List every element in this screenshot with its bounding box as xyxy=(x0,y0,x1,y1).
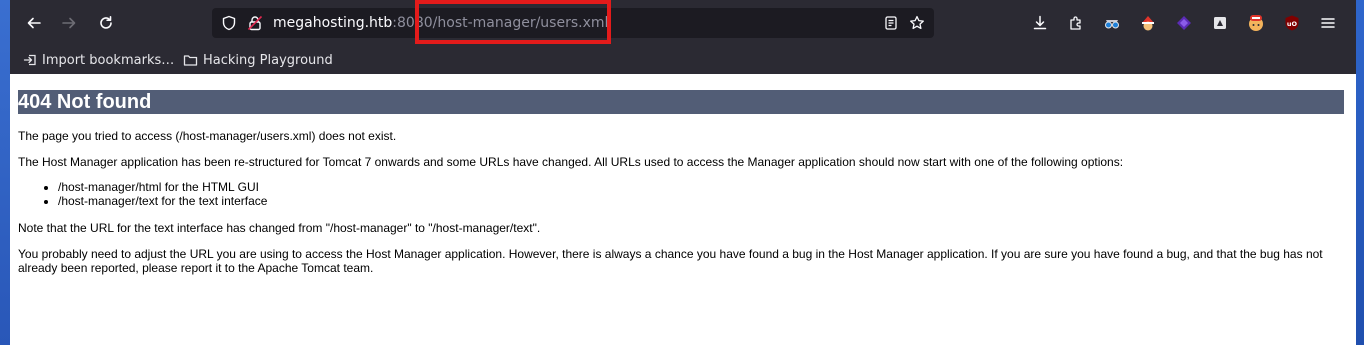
desktop-background-right xyxy=(1356,0,1364,345)
error-message: The page you tried to access (/host-mana… xyxy=(18,129,397,143)
bug-report-note: You probably need to adjust the URL you … xyxy=(18,247,1323,275)
list-item: /host-manager/html for the HTML GUI xyxy=(58,180,267,194)
restructure-notice: The Host Manager application has been re… xyxy=(18,155,1124,169)
page-title: 404 Not found xyxy=(18,90,1344,114)
spy-glasses-icon xyxy=(1105,20,1119,29)
list-item: /host-manager/text for the text interfac… xyxy=(58,194,267,208)
browser-window: megahosting.htb:8080/host-manager/users.… xyxy=(10,0,1356,345)
card-extension[interactable] xyxy=(1208,11,1232,35)
hacking-playground-folder[interactable]: Hacking Playground xyxy=(183,50,333,70)
insecure-lock-icon[interactable] xyxy=(244,8,266,38)
svg-text:uO: uO xyxy=(1287,20,1298,28)
reload-icon xyxy=(100,16,112,29)
app-menu-button[interactable] xyxy=(1316,11,1340,35)
bookmarks-toolbar: Import bookmarks… Hacking Playground xyxy=(10,46,1356,74)
extensions-icon xyxy=(1070,16,1081,30)
purple-diamond-extension[interactable] xyxy=(1172,11,1196,35)
back-button[interactable] xyxy=(20,10,48,36)
desktop-background-left xyxy=(0,0,10,345)
url-port: :808 xyxy=(392,15,424,31)
red-face-extension[interactable] xyxy=(1244,11,1268,35)
download-icon xyxy=(1033,15,1047,30)
santa-extension-icon xyxy=(1142,16,1154,31)
download-button[interactable] xyxy=(1028,11,1052,35)
card-extension-icon xyxy=(1214,17,1226,29)
import-bookmarks-label: Import bookmarks… xyxy=(42,52,175,68)
url-options-list: /host-manager/html for the HTML GUI /hos… xyxy=(50,180,267,208)
navigation-toolbar: megahosting.htb:8080/host-manager/users.… xyxy=(10,0,1356,46)
forward-button[interactable] xyxy=(55,10,83,36)
folder-icon xyxy=(183,55,198,66)
text-interface-note: Note that the URL for the text interface… xyxy=(18,221,541,235)
reload-button[interactable] xyxy=(92,10,120,36)
page-content: 404 Not found The page you tried to acce… xyxy=(10,74,1356,345)
extensions-button[interactable] xyxy=(1064,11,1088,35)
back-arrow-icon xyxy=(27,17,41,29)
url-path: /host-manager/users.xml xyxy=(432,15,609,31)
url-host: megahosting.htb xyxy=(273,15,393,31)
santa-extension[interactable] xyxy=(1136,11,1160,35)
address-bar[interactable]: megahosting.htb:8080/host-manager/users.… xyxy=(212,8,934,38)
hamburger-menu-icon xyxy=(1321,18,1335,28)
purple-diamond-icon xyxy=(1177,16,1191,30)
url-text[interactable]: megahosting.htb:8080/host-manager/users.… xyxy=(273,8,608,38)
bookmark-star-icon[interactable] xyxy=(906,8,928,38)
tracking-shield-icon[interactable] xyxy=(218,8,240,38)
hacking-playground-label: Hacking Playground xyxy=(203,52,333,68)
forward-arrow-icon xyxy=(62,17,76,29)
import-icon xyxy=(23,54,36,66)
reader-view-icon[interactable] xyxy=(880,8,902,38)
red-face-extension-icon xyxy=(1249,15,1263,31)
url-port-digit: 0 xyxy=(423,15,433,31)
ublock-extension[interactable]: uO xyxy=(1280,11,1304,35)
spy-glasses-extension[interactable] xyxy=(1100,11,1124,35)
ublock-icon: uO xyxy=(1285,15,1299,31)
import-bookmarks-item[interactable]: Import bookmarks… xyxy=(23,50,174,70)
